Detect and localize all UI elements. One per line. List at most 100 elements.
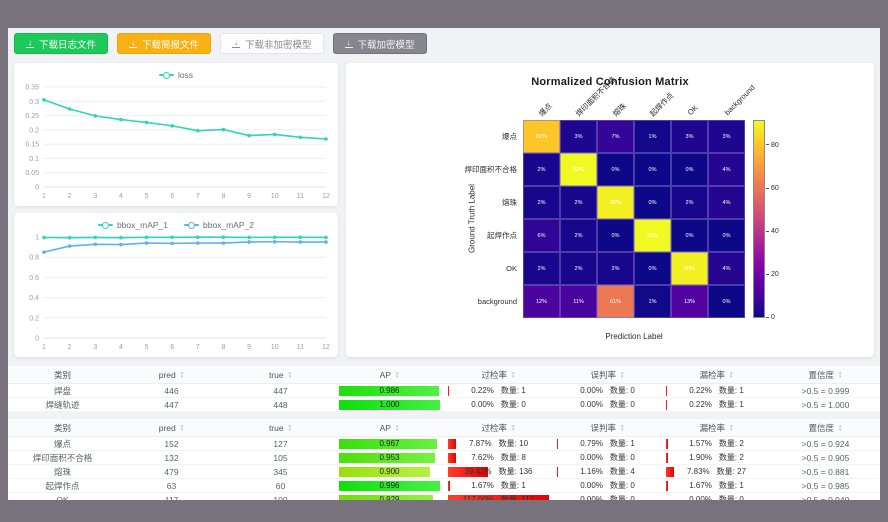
svg-text:0.3: 0.3	[29, 99, 39, 106]
svg-text:5: 5	[145, 344, 149, 351]
sort-icon[interactable]: ▲▼	[395, 371, 399, 378]
cm-cell: 0%	[634, 252, 671, 285]
download-button-3[interactable]: ↓下载非加密模型	[220, 33, 324, 54]
download-button-4[interactable]: ↓下载加密模型	[333, 33, 427, 54]
cm-cell: 92%	[560, 153, 597, 186]
cm-row-label: 熔珠	[346, 186, 517, 219]
true-cell: 448	[226, 398, 335, 411]
sort-icon[interactable]: ▲▼	[838, 424, 842, 431]
misjudge-cell: 0.00%数量: 0	[553, 479, 662, 492]
overdetect-cell: 0.00%数量: 0	[444, 398, 553, 411]
sort-icon[interactable]: ▲▼	[729, 371, 733, 378]
sort-icon[interactable]: ▲▼	[395, 424, 399, 431]
header-label: pred	[159, 423, 176, 433]
sort-icon[interactable]: ▲▼	[729, 424, 733, 431]
ap-cell: 0.929	[335, 493, 444, 500]
misjudge-cell: 0.00%数量: 0	[553, 398, 662, 411]
sort-icon[interactable]: ▲▼	[511, 424, 515, 431]
misjudge-cell: 1.16%数量: 4	[553, 465, 662, 478]
cm-cell: 7%	[597, 120, 634, 153]
cm-colorbar-tick: 60	[766, 185, 779, 192]
header-cell-4[interactable]: AP▲▼	[335, 419, 444, 436]
missdetect-cell: 0.00%数量: 0	[662, 493, 771, 500]
sort-icon[interactable]: ▲▼	[620, 371, 624, 378]
cm-cell: 0%	[708, 219, 745, 252]
legend-marker-icon	[159, 71, 174, 79]
header-cell-3[interactable]: true▲▼	[226, 419, 335, 436]
header-cell-7[interactable]: 漏检率▲▼	[662, 366, 771, 383]
download-button-2[interactable]: ↓下载简报文件	[117, 33, 211, 54]
missdetect-cell-bar: 7.83%数量: 27	[666, 467, 767, 477]
header-cell-3[interactable]: true▲▼	[226, 366, 335, 383]
legend-item-bbox_mAP_2[interactable]: bbox_mAP_2	[184, 220, 254, 230]
sort-icon[interactable]: ▲▼	[180, 371, 184, 378]
legend-label: bbox_mAP_2	[203, 220, 254, 230]
button-label: 下载非加密模型	[245, 37, 312, 51]
bbox-map-line-chart[interactable]: 00.20.40.60.81123456789101112	[14, 231, 338, 354]
class-cell: 起焊作点	[8, 479, 117, 492]
svg-text:9: 9	[247, 344, 251, 351]
misjudge-cell: 0.00%数量: 0	[553, 451, 662, 464]
pred-cell: 152	[117, 437, 226, 450]
header-cell-2[interactable]: pred▲▼	[117, 366, 226, 383]
confidence-cell: >0.5 = 0.940	[771, 493, 880, 500]
table-row: 焊印面积不合格1321050.9537.62%数量: 80.00%数量: 01.…	[8, 451, 880, 465]
true-cell: 100	[226, 493, 335, 500]
header-cell-4[interactable]: AP ▲▼	[335, 366, 444, 383]
cm-cell: 3%	[671, 120, 708, 153]
header-cell-8[interactable]: 置信度▲▼	[771, 419, 880, 436]
table-row: 爆点1521270.9677.87%数量: 100.79%数量: 11.57%数…	[8, 437, 880, 451]
legend-item-loss[interactable]: loss	[159, 70, 193, 80]
missdetect-cell: 1.57%数量: 2	[662, 437, 771, 450]
missdetect-cell: 1.67%数量: 1	[662, 479, 771, 492]
table-row: OK1171000.929117.00%数量: 1170.00%数量: 00.0…	[8, 493, 880, 500]
cm-cell: 90%	[597, 186, 634, 219]
cm-cell: 4%	[708, 252, 745, 285]
cm-cell: 0%	[671, 219, 708, 252]
overdetect-cell-bar: 117.00%数量: 117	[448, 495, 549, 501]
header-cell-6[interactable]: 误判率▲▼	[553, 366, 662, 383]
header-cell-5[interactable]: 过检率▲▼	[444, 419, 553, 436]
dashboard-content: ↓下载日志文件 ↓下载简报文件 ↓下载非加密模型 ↓下载加密模型 loss 00.05…	[8, 28, 880, 500]
sort-icon[interactable]: ▲▼	[511, 371, 515, 378]
confidence-cell: >0.5 = 0.999	[771, 384, 880, 397]
class-cell: 焊印面积不合格	[8, 451, 117, 464]
sort-icon[interactable]: ▲▼	[180, 424, 184, 431]
legend-item-bbox_mAP_1[interactable]: bbox_mAP_1	[98, 220, 168, 230]
header-label: 误判率	[591, 422, 617, 434]
cm-colorbar-tick: 20	[766, 271, 779, 278]
pred-cell: 479	[117, 465, 226, 478]
metrics-table-1: 类别pred▲▼true▲▼AP▲▼过检率▲▼误判率▲▼漏检率▲▼置信度▲▼焊盘…	[8, 366, 880, 412]
true-cell: 105	[226, 451, 335, 464]
cm-row-label: 起焊作点	[346, 219, 517, 252]
svg-text:8: 8	[222, 193, 226, 200]
class-cell: 熔珠	[8, 465, 117, 478]
cm-col-label: 爆点	[536, 101, 554, 119]
ap-cell: 0.986	[335, 384, 444, 397]
sort-icon[interactable]: ▲▼	[620, 424, 624, 431]
metrics-tables: 类别pred▲▼true▲▼AP▲▼过检率▲▼误判率▲▼漏检率▲▼置信度▲▼焊盘…	[8, 366, 880, 500]
header-cell-2[interactable]: pred ▲▼	[117, 419, 226, 436]
ap-cell: 0.953	[335, 451, 444, 464]
cm-cell: 2%	[560, 219, 597, 252]
cm-cell: 2%	[523, 153, 560, 186]
ap-bar: 0.996	[339, 481, 440, 491]
cm-cell: 0%	[708, 285, 745, 318]
header-label: AP	[380, 370, 391, 380]
download-button-1[interactable]: ↓下载日志文件	[14, 33, 108, 54]
ap-cell: 0.900	[335, 465, 444, 478]
sort-icon[interactable]: ▲▼	[838, 371, 842, 378]
header-cell-7[interactable]: 漏检率▲▼	[662, 419, 771, 436]
header-cell-6[interactable]: 误判率▲▼	[553, 419, 662, 436]
loss-line-chart[interactable]: 00.050.10.150.20.250.30.3512345678910111…	[14, 81, 338, 203]
sort-icon[interactable]: ▲▼	[288, 371, 292, 378]
overdetect-cell: 7.62%数量: 8	[444, 451, 553, 464]
header-label: 过检率	[482, 369, 508, 381]
sort-icon[interactable]: ▲▼	[288, 424, 292, 431]
header-cell-5[interactable]: 过检率▲▼	[444, 366, 553, 383]
header-cell-8[interactable]: 置信度▲▼	[771, 366, 880, 383]
confusion-matrix-card: Normalized Confusion Matrix Ground Truth…	[346, 63, 874, 357]
cm-row-label: 爆点	[346, 120, 517, 153]
cm-cell: 0%	[597, 219, 634, 252]
confidence-cell: >0.5 = 1.000	[771, 398, 880, 411]
